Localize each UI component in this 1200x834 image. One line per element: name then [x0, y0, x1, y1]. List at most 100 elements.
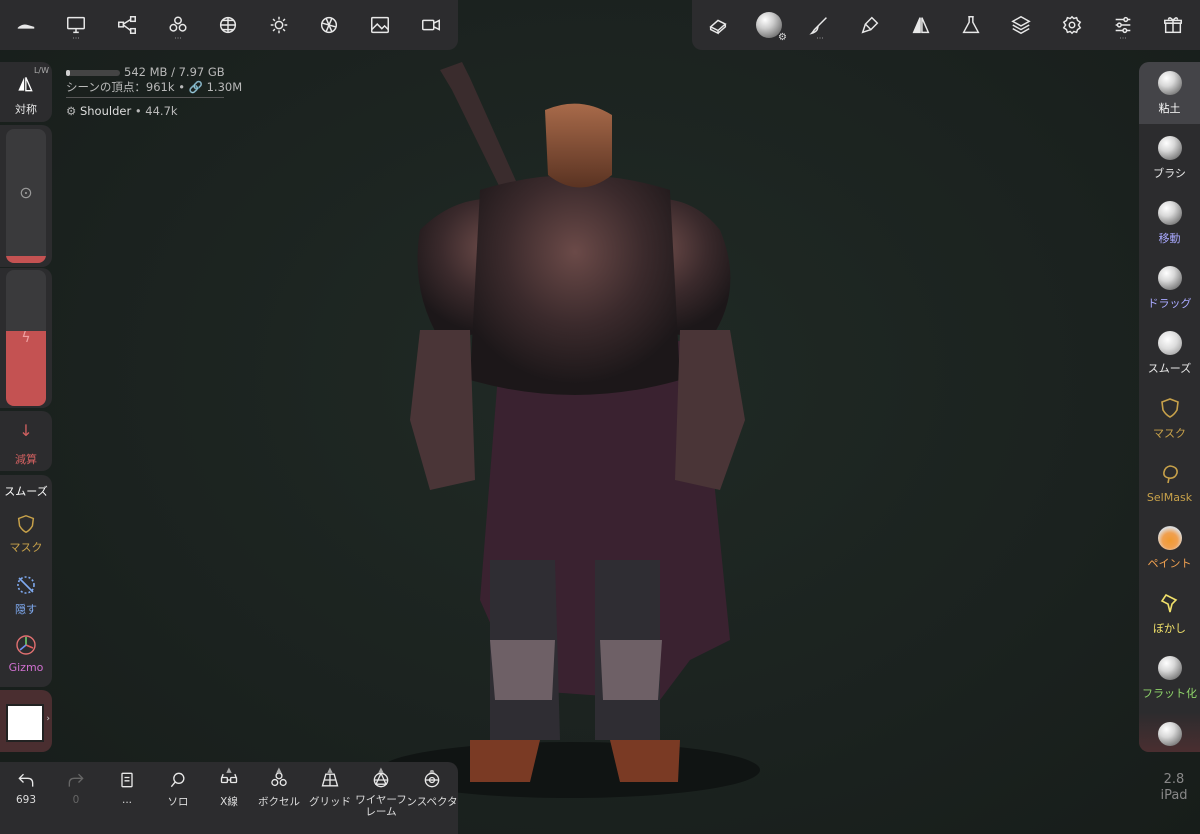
sliders-icon[interactable]: ··· — [1103, 5, 1143, 45]
flask-icon[interactable] — [951, 5, 991, 45]
brush-icon[interactable]: ··· — [800, 5, 840, 45]
scene-stats: 542 MB / 7.97 GB シーンの頂点：961k • 🔗 1.30M ⚙… — [66, 65, 242, 119]
radius-slider[interactable]: ⊙ — [0, 125, 52, 267]
redo-button[interactable]: 0 — [50, 770, 102, 820]
aperture-icon[interactable] — [309, 5, 349, 45]
tool-flatten[interactable]: フラット化 — [1139, 647, 1200, 709]
more-dots: ··· — [816, 34, 824, 43]
tool-more[interactable] — [1139, 712, 1200, 752]
selected-object[interactable]: ⚙ Shoulder • 44.7k — [66, 104, 242, 119]
sphere-grid-icon[interactable] — [208, 5, 248, 45]
tool-selmask[interactable]: SelMask — [1139, 452, 1200, 514]
solo-label: ソロ — [167, 796, 189, 808]
tool-move[interactable]: 移動 — [1139, 192, 1200, 254]
subtract-button[interactable]: ↓ 減算 — [0, 411, 52, 471]
3d-viewport[interactable] — [0, 0, 1200, 834]
gift-icon[interactable] — [1153, 5, 1193, 45]
mask-label: マスク — [9, 541, 43, 554]
monitor-icon[interactable]: ··· — [56, 5, 96, 45]
shoe-icon[interactable] — [6, 5, 46, 45]
more-dots: ··· — [174, 34, 182, 43]
shield-icon — [17, 514, 35, 534]
caret-up-icon: ▲ — [429, 770, 435, 774]
tool-smooth[interactable]: スムーズ — [1139, 322, 1200, 384]
symmetry-label: 対称 — [15, 103, 37, 116]
image-icon[interactable] — [360, 5, 400, 45]
tool-label: マスク — [1153, 426, 1186, 440]
xray-button[interactable]: ▲ X線 — [203, 766, 255, 820]
caret-up-icon: ▲ — [276, 766, 282, 774]
tool-label: ぼかし — [1153, 621, 1186, 635]
tool-label: スムーズ — [1147, 361, 1192, 375]
grid-button[interactable]: ▲ グリッド — [304, 766, 356, 820]
tool-paint[interactable]: ペイント — [1139, 517, 1200, 579]
symmetry-icon[interactable] — [901, 5, 941, 45]
sun-icon[interactable] — [259, 5, 299, 45]
tool-mask[interactable]: マスク — [1139, 387, 1200, 449]
more-tool-icon — [1157, 722, 1182, 746]
memory-bar — [66, 69, 120, 76]
gizmo-icon — [16, 635, 36, 655]
sculpted-model[interactable] — [0, 0, 1200, 834]
platform-label: iPad — [1160, 788, 1188, 803]
eraser-icon[interactable] — [698, 5, 738, 45]
voxel-icon[interactable]: ··· — [158, 5, 198, 45]
tool-label: ペイント — [1147, 556, 1192, 570]
grid-label: グリッド — [309, 796, 351, 808]
drag-tool-icon — [1157, 265, 1182, 290]
intensity-slider[interactable]: ϟ — [0, 268, 52, 408]
symmetry-badge: L/W — [33, 66, 49, 75]
version-number: 2.8 — [1163, 772, 1185, 787]
tool-blur[interactable]: ぼかし — [1139, 582, 1200, 644]
symmetry-button[interactable]: L/W 対称 — [0, 62, 52, 122]
smooth-tool-icon — [1157, 330, 1182, 355]
voxel-button[interactable]: ▲ ボクセル — [253, 766, 305, 820]
video-icon[interactable] — [411, 5, 451, 45]
inspector-label: インスペクター — [406, 796, 458, 808]
book-icon — [121, 772, 133, 788]
material-sphere-icon[interactable]: ⚙ — [749, 5, 789, 45]
undo-button[interactable]: 693 — [0, 770, 52, 820]
caret-up-icon: ▲ — [378, 766, 384, 774]
voxel-label: ボクセル — [258, 796, 300, 808]
nodes-icon[interactable] — [107, 5, 147, 45]
caret-up-icon: ▲ — [226, 766, 232, 774]
smooth-shortcut[interactable]: スムーズ — [0, 483, 52, 499]
paint-brush-icon[interactable] — [850, 5, 890, 45]
tool-drag[interactable]: ドラッグ — [1139, 257, 1200, 319]
wireframe-button[interactable]: ▲ ワイヤーフレーム — [354, 766, 408, 820]
divider — [66, 97, 224, 98]
memory-usage: 542 MB / 7.97 GB — [66, 65, 242, 80]
chevron-right-icon: › — [46, 714, 50, 724]
tool-label: ブラシ — [1153, 166, 1186, 180]
caret-up-icon: ▲ — [327, 766, 333, 774]
lasso-icon — [1162, 465, 1178, 484]
tool-brush[interactable]: ブラシ — [1139, 127, 1200, 189]
hide-label: 隠す — [15, 603, 37, 616]
settings-icon[interactable] — [1052, 5, 1092, 45]
symmetry-icon — [18, 77, 33, 92]
arrow-down-icon: ↓ — [19, 421, 33, 440]
move-tool-icon — [1157, 200, 1182, 225]
gizmo-label: Gizmo — [8, 661, 44, 674]
solo-button[interactable]: ソロ — [152, 770, 204, 820]
tool-clay[interactable]: 粘土 — [1139, 62, 1200, 124]
color-picker[interactable]: › — [0, 690, 52, 752]
object-name: Shoulder — [79, 104, 132, 118]
quick-tools: スムーズ マスク 隠す Gizmo — [0, 475, 52, 687]
layers-icon[interactable] — [1001, 5, 1041, 45]
radius-icon: ⊙ — [19, 183, 33, 202]
gizmo-shortcut[interactable]: Gizmo — [0, 633, 52, 674]
book-button[interactable]: ... — [101, 770, 153, 820]
shield-icon — [1160, 397, 1179, 418]
color-swatch[interactable] — [6, 704, 44, 742]
top-left-toolbar: ··· ··· — [0, 0, 458, 50]
more-dots: ··· — [72, 34, 80, 43]
undo-icon — [18, 773, 34, 787]
tool-label: ドラッグ — [1147, 296, 1192, 310]
hide-shortcut[interactable]: 隠す — [0, 573, 52, 617]
mask-shortcut[interactable]: マスク — [0, 513, 52, 555]
inspector-button[interactable]: ▲ インスペクター — [406, 770, 458, 820]
tool-label: 移動 — [1158, 231, 1181, 245]
subtract-label: 減算 — [15, 453, 37, 466]
